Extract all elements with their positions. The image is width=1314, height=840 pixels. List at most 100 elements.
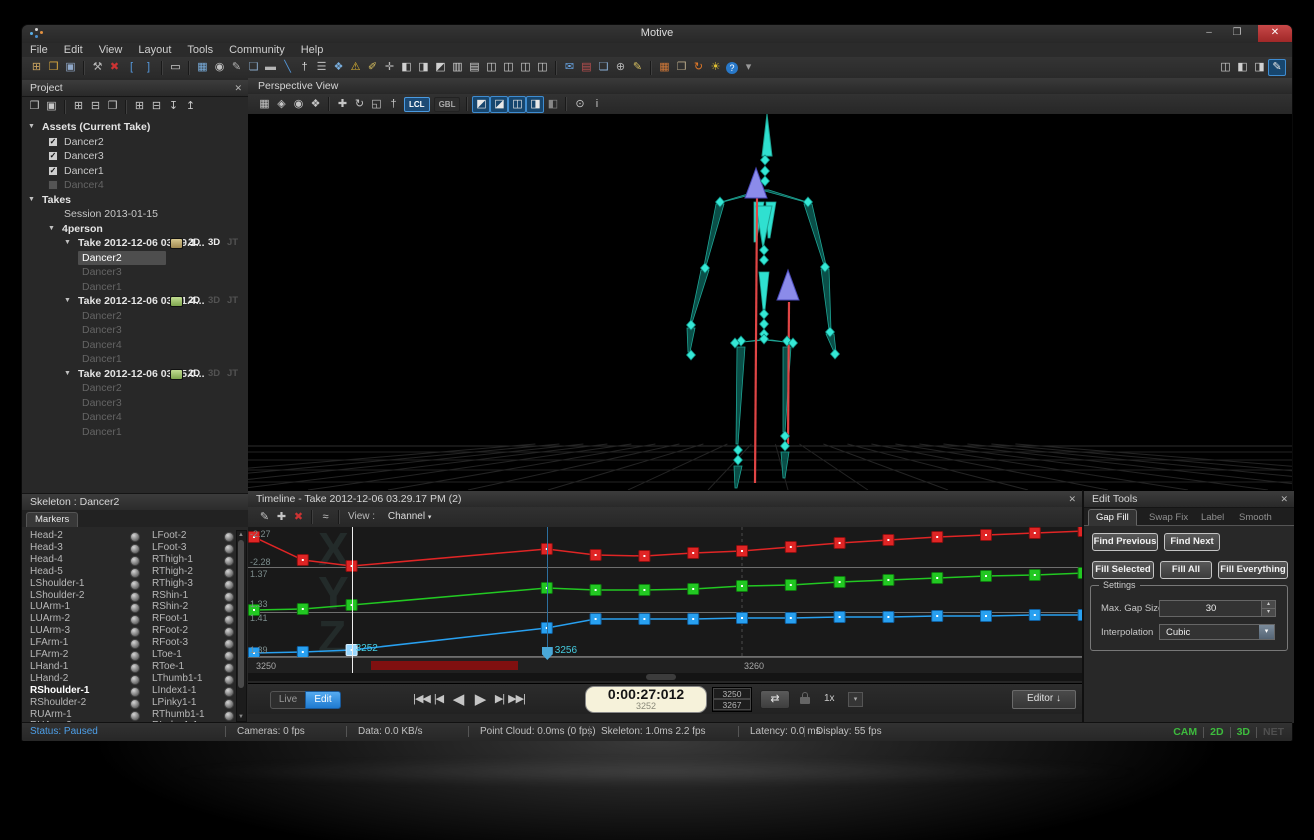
range-end-field[interactable]: 3267 (713, 699, 751, 710)
tab-swap-fix[interactable]: Swap Fix (1142, 510, 1195, 525)
marker-row[interactable]: RUArm-1RThumb1-1 (22, 709, 236, 721)
skeleton-joint-marker[interactable] (760, 245, 769, 255)
skeleton-bone[interactable] (687, 328, 695, 352)
speed-dropdown-icon[interactable]: ▾ (848, 692, 863, 707)
draw-key-icon[interactable]: ✎ (256, 509, 273, 526)
reset-icon[interactable]: ↻ (690, 59, 707, 76)
marker-row[interactable]: LHand-2LThumb1-1 (22, 673, 236, 685)
panel-skeleton-icon[interactable]: ◫ (500, 59, 517, 76)
remove-asset-icon[interactable]: ⊟ (148, 98, 165, 115)
tree-row-take-2012-12-06-03-35-0-[interactable]: ▼Take 2012-12-06 03.35.0...2D3DJT (22, 367, 248, 381)
markers-scrollbar-thumb[interactable] (238, 540, 244, 688)
tree-row-4person[interactable]: ▼4person (22, 222, 248, 236)
scene-icon[interactable]: ◈ (273, 96, 290, 113)
marker-name[interactable]: Head-4 (30, 554, 63, 566)
marker-name[interactable]: LFoot-2 (152, 530, 186, 542)
marker-row[interactable]: LUArm-2RFoot-1 (22, 613, 236, 625)
marker-name[interactable]: RShin-1 (152, 590, 188, 602)
select-bones-icon[interactable]: ◫ (508, 96, 526, 113)
skeleton-bone[interactable] (783, 347, 791, 432)
export-assets-icon[interactable]: ↥ (182, 98, 199, 115)
marker-name[interactable]: LToe-1 (152, 649, 182, 661)
play-reverse-icon[interactable]: ◀ (447, 691, 469, 708)
tree-row-dancer1[interactable]: Dancer1 (22, 425, 248, 439)
project-close-icon[interactable]: ✕ (234, 80, 242, 96)
info-icon[interactable]: i (588, 96, 605, 113)
bracket-out-icon[interactable]: ] (140, 59, 157, 76)
columns-2-icon[interactable]: ▥ (449, 59, 466, 76)
marker-name[interactable]: LFArm-1 (30, 637, 68, 649)
warning-icon[interactable]: ⚠ (347, 59, 364, 76)
marker-name[interactable]: RShoulder-2 (30, 697, 86, 709)
marker-row[interactable]: LHand-1 RToe-1 (22, 661, 236, 673)
marker-name[interactable]: RThigh-2 (152, 566, 193, 578)
lock-icon[interactable] (800, 692, 810, 704)
panel-edit-icon[interactable]: ◫ (534, 59, 551, 76)
frame-ruler[interactable]: 32503260 (248, 657, 1082, 674)
marker-row[interactable]: Head-2LFoot-2 (22, 530, 236, 542)
translate-icon[interactable]: ✚ (334, 96, 351, 113)
menu-edit[interactable]: Edit (56, 43, 91, 57)
tree-row-dancer1[interactable]: Dancer1 (22, 352, 248, 366)
tree-row-dancer4[interactable]: Dancer4 (22, 410, 248, 424)
delete-key-icon[interactable]: ✖ (290, 509, 307, 526)
tools-icon[interactable]: ⚒ (89, 59, 106, 76)
bracket-in-icon[interactable]: [ (123, 59, 140, 76)
next-frame-icon[interactable]: ▶| (491, 691, 508, 708)
rotate-icon[interactable]: ↻ (351, 96, 368, 113)
snapshot-icon[interactable]: ◉ (290, 96, 307, 113)
tree-row-dancer3[interactable]: ✓Dancer3 (22, 149, 248, 163)
minimize-button[interactable]: – (1198, 25, 1220, 42)
live-button[interactable]: Live (270, 691, 306, 709)
range-start-field[interactable]: 3250 (713, 688, 751, 699)
global-coords-button[interactable]: GBL (434, 97, 461, 112)
tree-row-dancer2[interactable]: Dancer2 (22, 381, 248, 395)
marker-row[interactable]: RShoulder-1LIndex1-1 (22, 685, 236, 697)
tree-row-dancer4[interactable]: Dancer4 (22, 178, 248, 192)
marker-row[interactable]: LFArm-1RFoot-3 (22, 637, 236, 649)
tab-markers[interactable]: Markers (26, 512, 78, 527)
interpolation-select[interactable]: Cubic ▾ (1159, 624, 1275, 640)
grid-icon[interactable]: ▦ (256, 96, 273, 113)
marker-row[interactable]: RShoulder-2 LPinky1-1 (22, 697, 236, 709)
playhead[interactable] (352, 527, 353, 673)
marker-name[interactable]: LPinky1-1 (152, 697, 196, 709)
tree-row-takes[interactable]: ▼Takes (22, 193, 248, 207)
tab-smooth[interactable]: Smooth (1232, 510, 1279, 525)
edit-tools-close-icon[interactable]: ✕ (1280, 491, 1288, 507)
new-take-icon[interactable]: ⊞ (28, 59, 45, 76)
fill-all-button[interactable]: Fill All (1160, 561, 1212, 579)
marker-name[interactable]: LIndex1-1 (152, 685, 196, 697)
marker-row[interactable]: LShoulder-1RThigh-3 (22, 578, 236, 590)
local-coords-button[interactable]: LCL (404, 97, 430, 112)
visibility-icon[interactable]: ⊙ (571, 96, 588, 113)
timeline-close-icon[interactable]: ✕ (1068, 491, 1076, 507)
notes-icon[interactable]: ✎ (629, 59, 646, 76)
marker-name[interactable]: LUArm-2 (30, 613, 70, 625)
viewport-single-icon[interactable]: ◧ (398, 59, 415, 76)
help-icon[interactable]: ? (726, 62, 738, 74)
jump-end-icon[interactable]: ▶▶| (508, 691, 525, 708)
open-project-icon[interactable]: ❒ (45, 59, 62, 76)
skeleton-bone[interactable] (736, 347, 745, 444)
marker-name[interactable]: LHand-1 (30, 661, 68, 673)
marker-name[interactable]: RToe-1 (152, 661, 184, 673)
skeleton-bone[interactable] (781, 452, 789, 478)
bone-icon[interactable]: ✛ (381, 59, 398, 76)
labeling-icon[interactable]: ✐ (364, 59, 381, 76)
character-icon[interactable]: † (385, 96, 402, 113)
tree-row-dancer4[interactable]: Dancer4 (22, 338, 248, 352)
tree-row-dancer3[interactable]: Dancer3 (22, 396, 248, 410)
marker-row[interactable]: LUArm-3RFoot-2 (22, 625, 236, 637)
menu-view[interactable]: View (91, 43, 131, 57)
tree-row-dancer1[interactable]: Dancer1 (22, 280, 248, 294)
skeleton-bone[interactable] (734, 466, 742, 488)
viewport-3d[interactable] (248, 114, 1292, 490)
playback-speed-value[interactable]: 1x (824, 693, 835, 704)
camera-icon[interactable]: ◉ (211, 59, 228, 76)
asset-checkbox[interactable] (48, 180, 58, 190)
tree-expand-icon[interactable]: ▼ (28, 193, 35, 207)
marker-row[interactable]: Head-4RThigh-1 (22, 554, 236, 566)
marker-name[interactable]: LFoot-3 (152, 542, 186, 554)
duplicate-take-icon[interactable]: ❐ (104, 98, 121, 115)
